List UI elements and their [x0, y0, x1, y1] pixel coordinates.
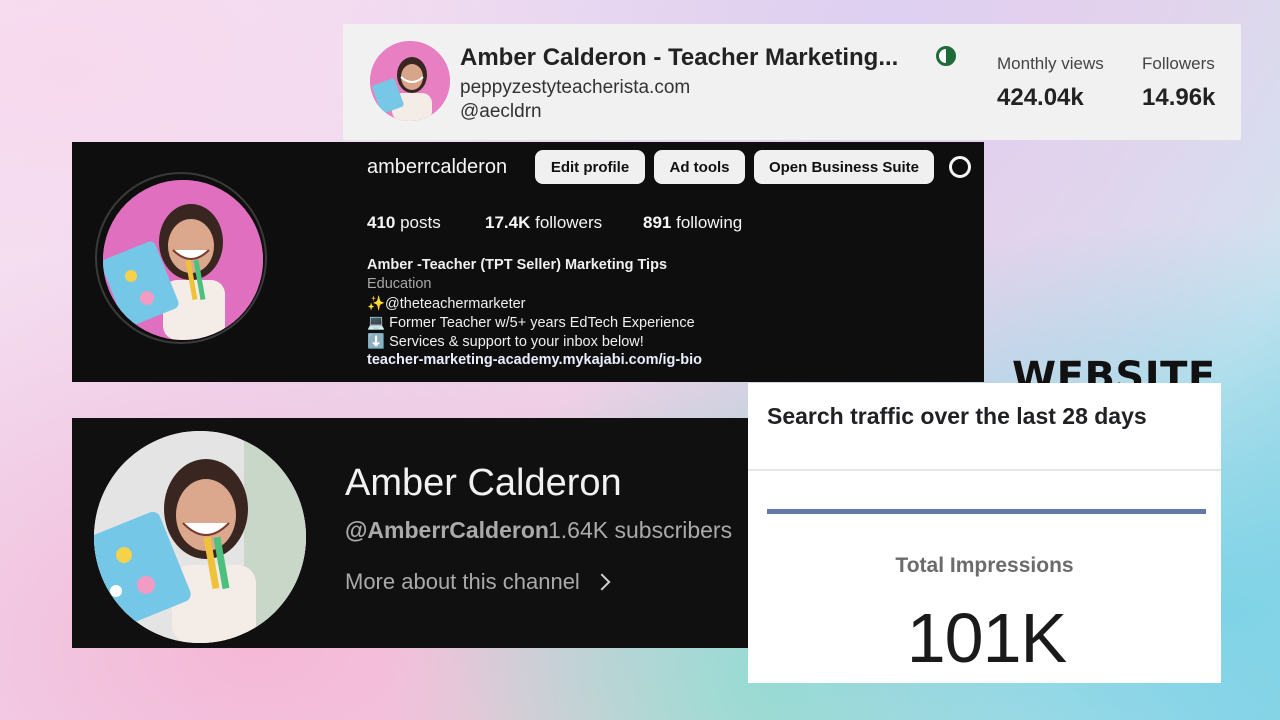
youtube-subscriber-count: 1.64K subscribers: [548, 517, 733, 543]
open-business-suite-button[interactable]: Open Business Suite: [754, 150, 934, 184]
following-count-value: 891: [643, 213, 672, 232]
posts-count-label: posts: [395, 213, 441, 232]
posts-count-value: 410: [367, 213, 396, 232]
search-traffic-title: Search traffic over the last 28 days: [767, 403, 1147, 429]
bio-category: Education: [367, 276, 432, 292]
divider: [748, 469, 1221, 471]
bio-line: 💻 Former Teacher w/5+ years EdTech Exper…: [367, 315, 695, 331]
followers-value: 14.96k: [1142, 84, 1216, 111]
bio-display-name: Amber -Teacher (TPT Seller) Marketing Ti…: [367, 257, 668, 273]
edit-profile-button[interactable]: Edit profile: [535, 150, 645, 184]
impressions-accent-bar: [767, 509, 1206, 514]
monthly-views-label: Monthly views: [997, 54, 1104, 73]
stats-profile-avatar[interactable]: [370, 41, 450, 121]
youtube-channel-name: Amber Calderon: [345, 462, 622, 504]
youtube-avatar[interactable]: [94, 431, 306, 643]
gear-icon[interactable]: [949, 156, 971, 178]
instagram-username: amberrcalderon: [367, 156, 508, 178]
following-count[interactable]: 891 following: [643, 213, 742, 233]
instagram-avatar[interactable]: [103, 180, 263, 340]
followers-count-value: 17.4K: [485, 213, 531, 232]
posts-count[interactable]: 410 posts: [367, 213, 441, 233]
more-about-channel-link[interactable]: More about this channel: [345, 569, 611, 595]
monthly-views-value: 424.04k: [997, 84, 1084, 111]
ad-tools-button[interactable]: Ad tools: [654, 150, 745, 184]
stats-handle: @aecldrn: [460, 101, 542, 122]
linktree-stats-card: Amber Calderon - Teacher Marketing... pe…: [343, 24, 1241, 140]
youtube-handle: @AmberrCalderon: [345, 517, 549, 543]
bio-line: ⬇️ Services & support to your inbox belo…: [367, 334, 644, 350]
more-about-channel-label: More about this channel: [345, 569, 580, 594]
profile-photo-image: [370, 41, 450, 121]
following-count-label: following: [671, 213, 743, 232]
search-traffic-card: Search traffic over the last 28 days Tot…: [748, 383, 1221, 683]
contrast-icon[interactable]: [936, 46, 956, 66]
profile-photo-image: [94, 431, 306, 643]
instagram-profile-card: amberrcalderon Edit profile Ad tools Ope…: [72, 142, 984, 382]
bio-line: ✨@theteachermarketer: [367, 296, 526, 312]
profile-photo-image: [103, 180, 263, 340]
total-impressions-value: 101K: [906, 599, 1067, 677]
stats-profile-name: Amber Calderon - Teacher Marketing...: [460, 44, 899, 71]
stats-website-url[interactable]: peppyzestyteacherista.com: [460, 77, 690, 99]
total-impressions-label: Total Impressions: [895, 554, 1074, 577]
bio-link[interactable]: teacher-marketing-academy.mykajabi.com/i…: [367, 352, 702, 368]
followers-count[interactable]: 17.4K followers: [485, 213, 602, 233]
chevron-right-icon: [593, 573, 611, 591]
followers-label: Followers: [1142, 54, 1215, 73]
youtube-channel-card: Amber Calderon @AmberrCalderon 1.64K sub…: [72, 418, 748, 648]
followers-count-label: followers: [530, 213, 603, 232]
